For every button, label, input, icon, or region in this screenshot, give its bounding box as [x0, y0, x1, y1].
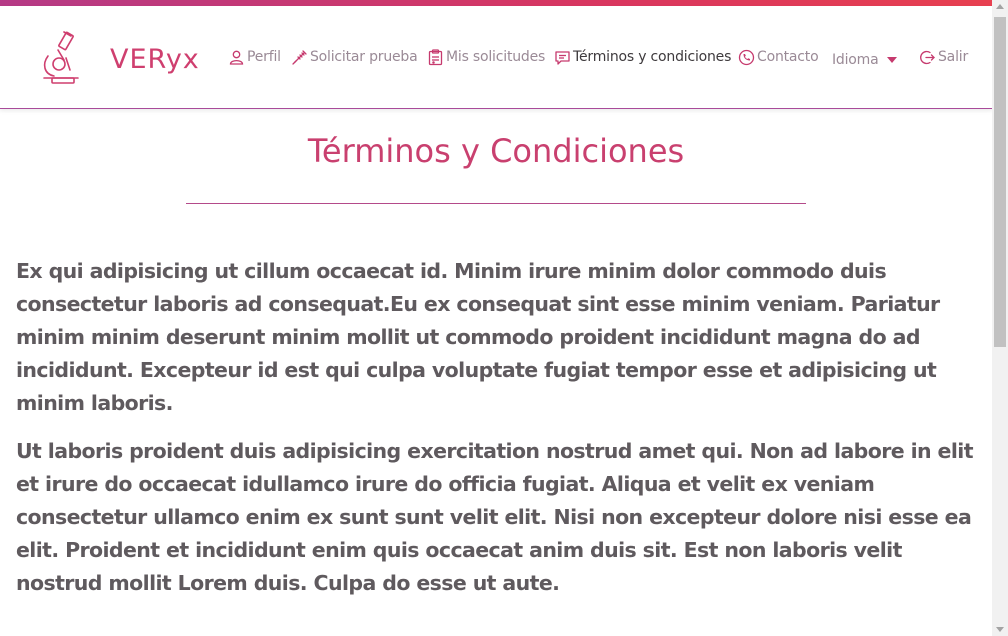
nav-profile[interactable]: Perfil [228, 47, 281, 67]
user-icon [228, 49, 245, 66]
nav-terms[interactable]: Términos y condiciones [554, 47, 731, 67]
nav-request-test-label: Solicitar prueba [310, 49, 418, 65]
nav-contact-label: Contacto [757, 49, 819, 65]
terms-paragraph: Ut laboris proident duis adipisicing exe… [16, 439, 974, 595]
nav-request-test[interactable]: Solicitar prueba [291, 47, 418, 67]
nav-contact[interactable]: Contacto [738, 47, 819, 67]
nav-profile-label: Perfil [247, 49, 281, 65]
page-title: Términos y Condiciones [307, 132, 685, 170]
syringe-icon [291, 49, 308, 66]
title-divider [186, 203, 806, 204]
nav-logout[interactable]: Salir [919, 47, 968, 67]
terms-content: Ex qui adipisicing ut cillum occaecat id… [16, 255, 978, 615]
vertical-scrollbar[interactable] [992, 0, 1008, 636]
nav-my-requests-label: Mis solicitudes [446, 49, 546, 65]
brand-name[interactable]: VERyx [110, 44, 200, 75]
clipboard-icon [427, 48, 444, 66]
scroll-thumb[interactable] [994, 17, 1006, 347]
nav-my-requests[interactable]: Mis solicitudes [427, 47, 545, 67]
language-label: Idioma [832, 52, 879, 68]
caret-down-icon [886, 57, 897, 63]
phone-icon [738, 49, 755, 66]
nav-terms-label: Términos y condiciones [573, 49, 732, 65]
scroll-up-icon[interactable] [996, 4, 1004, 9]
scroll-down-icon[interactable] [996, 627, 1004, 632]
microscope-icon[interactable] [40, 30, 84, 86]
message-icon [554, 49, 571, 66]
logout-icon [919, 49, 936, 66]
navbar: VERyx Perfil Solicitar prueba Mis solici… [0, 6, 992, 109]
language-dropdown[interactable]: Idioma [832, 50, 897, 70]
terms-paragraph: Ex qui adipisicing ut cillum occaecat id… [16, 259, 940, 415]
nav-logout-label: Salir [938, 49, 969, 65]
